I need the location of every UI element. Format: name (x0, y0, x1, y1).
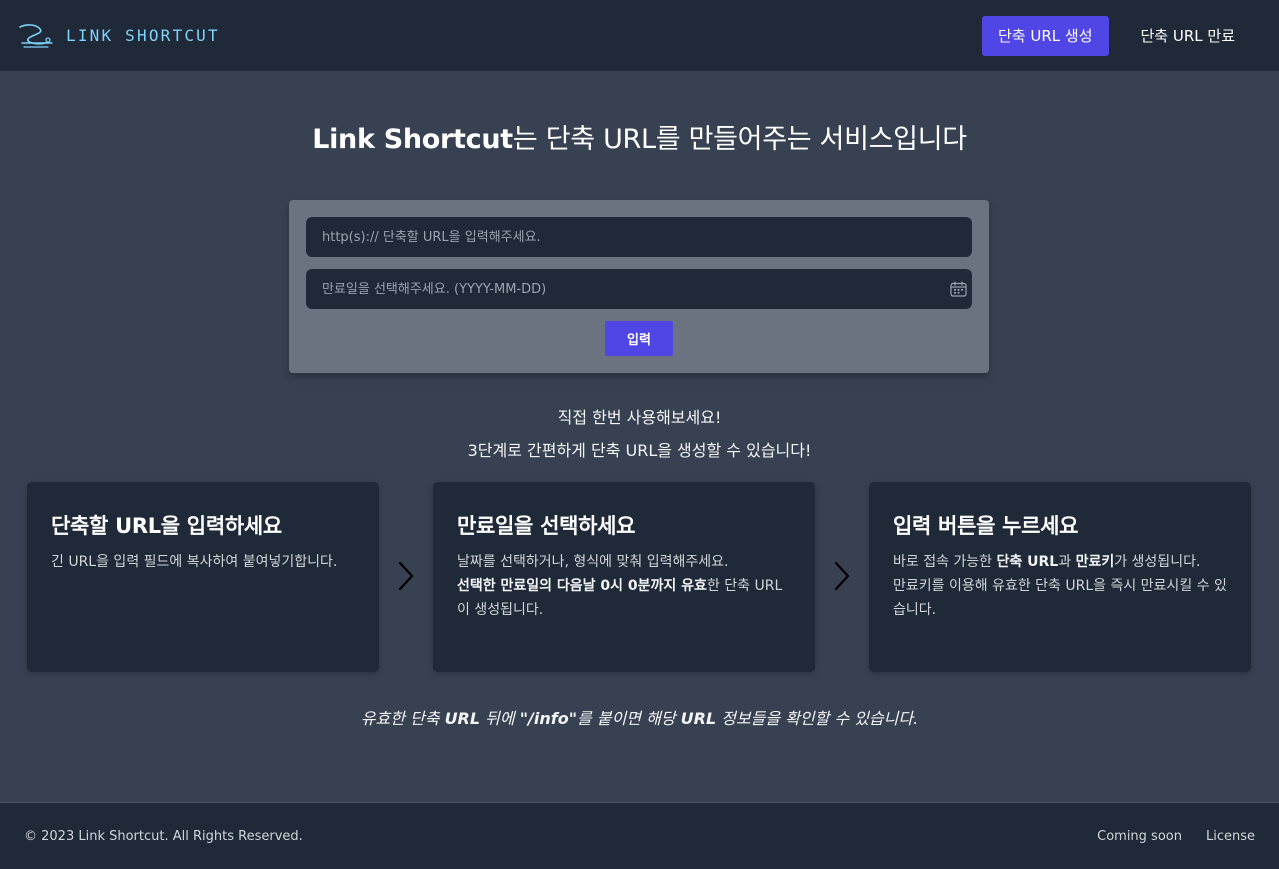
shorten-form: 입력 (289, 200, 989, 373)
step-3-desc-mid: 과 (1058, 554, 1076, 570)
top-navbar: LINK SHORTCUT 단축 URL 생성 단축 URL 만료 (0, 0, 1279, 71)
step-3-desc-bold1: 단축 URL (996, 554, 1059, 570)
create-short-url-button[interactable]: 단축 URL 생성 (982, 15, 1109, 56)
calendar-icon[interactable] (950, 281, 967, 297)
chevron-right-icon (398, 561, 414, 591)
step-1-desc: 긴 URL을 입력 필드에 복사하여 붙여넣기합니다. (51, 554, 338, 570)
page-title-bold: Link Shortcut (312, 124, 513, 155)
brand[interactable]: LINK SHORTCUT (18, 21, 220, 51)
info-note-pre: 유효한 단축 (360, 709, 445, 728)
copyright-text: © 2023 Link Shortcut. All Rights Reserve… (24, 828, 303, 844)
page-title: Link Shortcut는 단축 URL를 만들어주는 서비스입니다 (0, 117, 1279, 156)
chevron-right-icon (834, 561, 850, 591)
expire-short-url-button[interactable]: 단축 URL 만료 (1119, 16, 1258, 56)
step-3-desc-pre: 바로 접속 가능한 (893, 554, 997, 570)
link-logo-icon (19, 23, 53, 48)
footer-link-coming-soon[interactable]: Coming soon (1097, 829, 1182, 844)
info-note: 유효한 단축 URL 뒤에 "/info"를 붙이면 해당 URL 정보들을 확… (0, 705, 1279, 729)
page-title-rest: 는 단축 URL를 만들어주는 서비스입니다 (512, 124, 967, 155)
step-card-2: 만료일을 선택하세요 날짜를 선택하거나, 형식에 맞춰 입력해주세요. 선택한 … (433, 482, 815, 672)
step-card-1: 단축할 URL을 입력하세요 긴 URL을 입력 필드에 복사하여 붙여넣기합니… (27, 482, 379, 672)
step-2-desc: 날짜를 선택하거나, 형식에 맞춰 입력해주세요. 선택한 만료일의 다음날 0시… (457, 550, 791, 622)
step-3-desc-line2: 만료키를 이용해 유효한 단축 URL을 즉시 만료시킬 수 있습니다. (893, 578, 1227, 618)
step-1-title: 단축할 URL을 입력하세요 (51, 514, 282, 538)
brand-name: LINK SHORTCUT (66, 26, 220, 45)
step-3-desc-post: 가 생성됩니다. (1114, 554, 1201, 570)
info-note-bold3: URL (680, 709, 717, 728)
expiry-date-input[interactable] (306, 269, 972, 309)
step-card-3: 입력 버튼을 누르세요 바로 접속 가능한 단축 URL과 만료키가 생성됩니다… (869, 482, 1251, 672)
submit-button[interactable]: 입력 (605, 321, 673, 356)
step-3-desc: 바로 접속 가능한 단축 URL과 만료키가 생성됩니다. 만료키를 이용해 유효… (893, 550, 1227, 622)
footer-links: Coming soon License (1097, 829, 1255, 844)
info-note-post: 정보들을 확인할 수 있습니다. (716, 709, 919, 728)
url-input[interactable] (306, 217, 972, 257)
tagline-line-2: 3단계로 간편하게 단축 URL을 생성할 수 있습니다! (467, 441, 812, 460)
tagline-line-1: 직접 한번 사용해보세요! (557, 408, 722, 427)
info-note-bold2: "/info" (519, 709, 578, 728)
footer: © 2023 Link Shortcut. All Rights Reserve… (0, 802, 1279, 869)
footer-link-license[interactable]: License (1206, 829, 1255, 844)
step-2-desc-line1: 날짜를 선택하거나, 형식에 맞춰 입력해주세요. (457, 554, 729, 570)
step-3-desc-bold2: 만료키 (1075, 554, 1115, 570)
nav-menu: 단축 URL 생성 단축 URL 만료 (982, 15, 1258, 56)
step-3-title: 입력 버튼을 누르세요 (893, 514, 1079, 538)
step-2-title: 만료일을 선택하세요 (457, 514, 636, 538)
info-note-mid2: 를 붙이면 해당 (577, 709, 681, 728)
step-2-desc-bold: 선택한 만료일의 다음날 0시 0분까지 유효 (457, 578, 707, 594)
info-note-bold1: URL (444, 709, 481, 728)
info-note-mid1: 뒤에 (480, 709, 520, 728)
main-content: Link Shortcut는 단축 URL를 만들어주는 서비스입니다 입력 직… (0, 71, 1279, 802)
